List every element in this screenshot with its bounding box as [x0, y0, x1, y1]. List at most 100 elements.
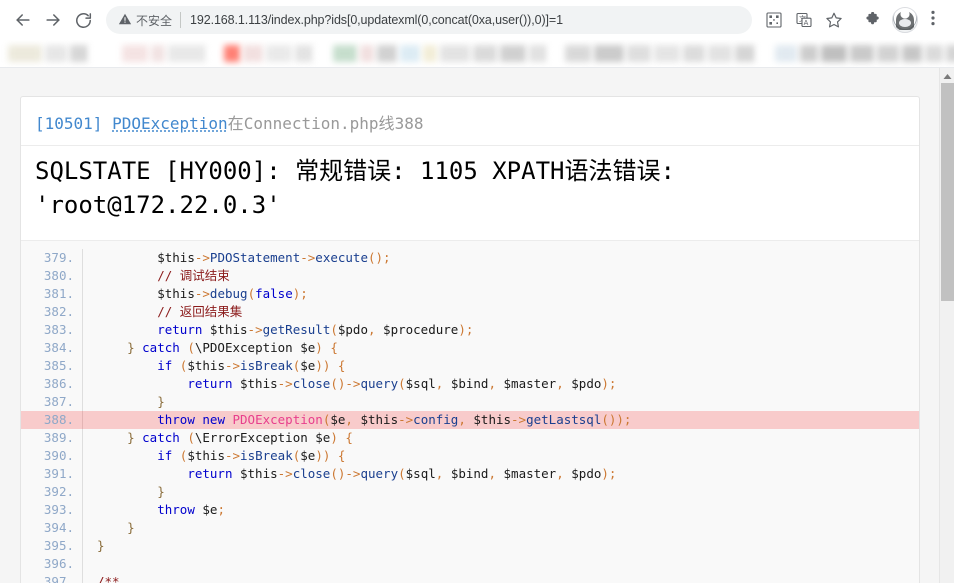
bookmark-item[interactable] — [758, 45, 772, 62]
reload-button[interactable] — [68, 5, 98, 35]
code-line-number: 387. — [21, 392, 83, 411]
bookmark-item[interactable] — [360, 45, 374, 62]
code-line-number: 380. — [21, 266, 83, 285]
code-token: ); — [458, 321, 474, 337]
bookmark-item[interactable] — [594, 45, 624, 62]
bookmark-item[interactable] — [877, 45, 899, 62]
code-token: $bind — [450, 375, 489, 391]
bookmark-item[interactable] — [295, 45, 313, 62]
browser-menu-button[interactable] — [920, 6, 946, 34]
code-token: ( — [172, 447, 188, 463]
translate-button[interactable]: 文 A — [790, 6, 818, 34]
code-token: $pdo — [571, 375, 602, 391]
code-token: , — [556, 375, 572, 391]
back-button[interactable] — [8, 5, 38, 35]
browser-chrome: 不安全 192.168.1.113/index.php?ids[0,update… — [0, 0, 954, 68]
page-scrollbar[interactable] — [939, 68, 954, 583]
code-token: -> — [277, 375, 293, 391]
code-line: 380. // 调试结束 — [21, 266, 919, 285]
code-token: /** — [97, 573, 120, 583]
code-token: -> — [194, 285, 210, 301]
code-token: -> — [345, 465, 361, 481]
bookmark-item[interactable] — [821, 45, 847, 62]
code-line-number: 383. — [21, 320, 83, 339]
bookmark-item[interactable] — [243, 45, 263, 62]
bookmark-item[interactable] — [735, 45, 755, 62]
code-line: 396. — [21, 554, 919, 573]
bookmark-item[interactable] — [266, 45, 292, 62]
bookmark-item[interactable] — [850, 45, 874, 62]
bookmark-item[interactable] — [800, 45, 818, 62]
bookmark-item[interactable] — [550, 45, 562, 62]
bookmark-item[interactable] — [500, 45, 526, 62]
code-token: ( — [398, 375, 406, 391]
bookmark-item[interactable] — [946, 45, 954, 62]
code-token: close — [292, 465, 331, 481]
bookmark-item[interactable] — [627, 45, 651, 62]
forward-button[interactable] — [38, 5, 68, 35]
bookmark-item[interactable] — [925, 45, 943, 62]
bookmark-item[interactable] — [400, 45, 420, 62]
bookmark-star-icon — [825, 11, 843, 29]
bookmark-item[interactable] — [209, 45, 221, 62]
bookmark-item[interactable] — [45, 45, 67, 62]
code-token: $e — [300, 447, 316, 463]
bookmark-item[interactable] — [654, 45, 680, 62]
bookmark-button[interactable] — [820, 6, 848, 34]
bookmark-item[interactable] — [423, 45, 437, 62]
code-token: return — [157, 321, 203, 337]
code-token: $this — [473, 411, 512, 427]
code-line-source: } — [83, 393, 919, 411]
bookmark-item[interactable] — [151, 45, 165, 62]
code-token: , — [435, 375, 451, 391]
code-line: 389. } catch (\ErrorException $e) { — [21, 428, 919, 447]
code-token: catch — [142, 429, 180, 445]
security-indicator[interactable]: 不安全 — [118, 12, 172, 29]
code-token: debug — [209, 285, 248, 301]
exception-title: [10501] PDOException在Connection.php线388 — [35, 113, 905, 135]
bookmark-item[interactable] — [775, 45, 797, 62]
code-line-number: 393. — [21, 500, 83, 519]
bookmark-item[interactable] — [70, 45, 88, 62]
code-token: \PDOException — [194, 339, 293, 355]
toolbar-actions: 文 A — [758, 6, 946, 34]
code-token: throw — [157, 411, 195, 427]
code-token: $master — [503, 465, 557, 481]
bookmark-item[interactable] — [565, 45, 591, 62]
code-line: 397. /** — [21, 572, 919, 583]
url-text[interactable]: 192.168.1.113/index.php?ids[0,updatexml(… — [190, 13, 563, 27]
code-token: $master — [503, 375, 557, 391]
bookmark-item[interactable] — [683, 45, 705, 62]
scrollbar-thumb[interactable] — [941, 83, 954, 301]
code-token: query — [360, 375, 399, 391]
bookmarks-bar[interactable] — [0, 40, 954, 68]
extensions-button[interactable] — [858, 6, 886, 34]
bookmark-item[interactable] — [333, 45, 357, 62]
scrollbar-up-button[interactable] — [940, 68, 954, 83]
bookmark-item[interactable] — [473, 45, 497, 62]
profile-avatar[interactable] — [892, 7, 918, 33]
code-line: 381. $this->debug(false); — [21, 284, 919, 303]
code-token: PDOStatement — [209, 249, 301, 265]
code-line-number: 384. — [21, 338, 83, 357]
qr-code-button[interactable] — [760, 6, 788, 34]
address-bar[interactable]: 不安全 192.168.1.113/index.php?ids[0,update… — [106, 6, 752, 34]
bookmark-item[interactable] — [529, 45, 547, 62]
bookmark-item[interactable] — [224, 45, 240, 62]
bookmark-item[interactable] — [91, 45, 119, 62]
bookmark-item[interactable] — [122, 45, 148, 62]
bookmark-item[interactable] — [902, 45, 922, 62]
bookmark-item[interactable] — [168, 45, 206, 62]
bookmark-item[interactable] — [316, 45, 330, 62]
qr-code-icon — [766, 12, 782, 28]
bookmark-item[interactable] — [708, 45, 732, 62]
bookmark-item[interactable] — [8, 45, 42, 62]
code-line-source: } catch (\ErrorException $e) { — [83, 429, 919, 447]
bookmark-item[interactable] — [440, 45, 470, 62]
bookmark-item[interactable] — [377, 45, 397, 62]
exception-line-word: 线 — [378, 114, 395, 133]
code-line-source: } — [83, 519, 919, 537]
